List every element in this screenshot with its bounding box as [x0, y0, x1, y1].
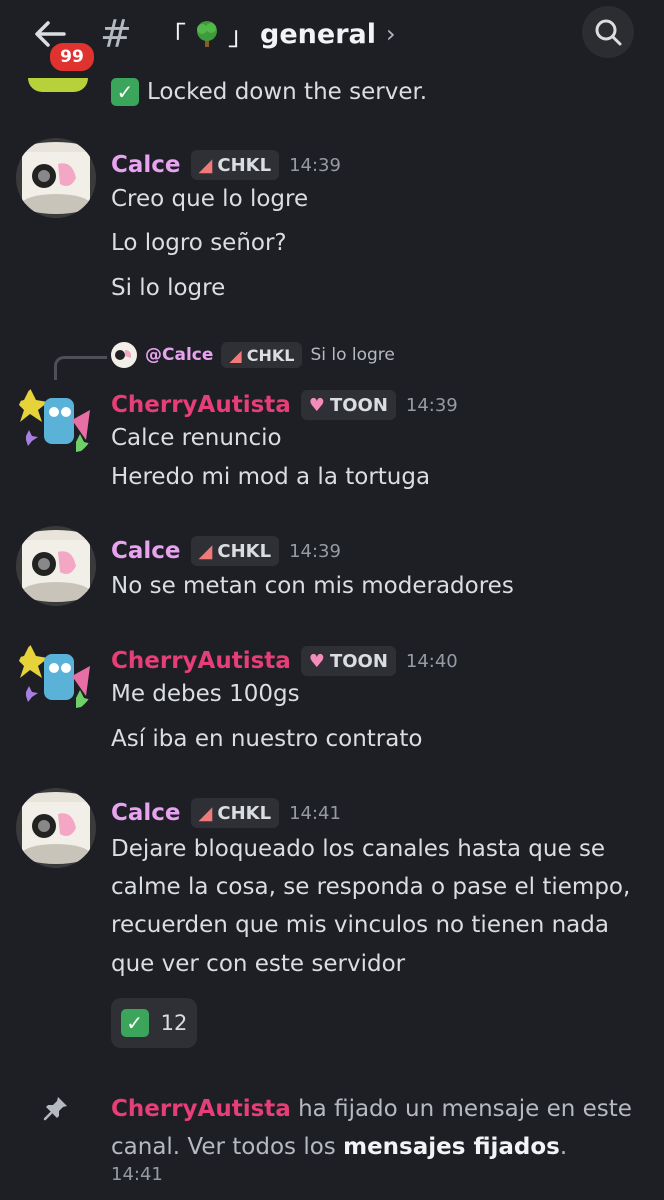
heart-emoji-icon: ♥ [308, 394, 325, 416]
message-line: Creo que lo logre [111, 186, 309, 212]
server-tag[interactable]: ◢ CHKL [190, 798, 280, 828]
meat-emoji-icon: ◢ [198, 154, 213, 176]
check-emoji-icon: ✓ [120, 1009, 149, 1037]
server-tag[interactable]: ♥ TOON [300, 646, 396, 676]
heart-emoji-icon: ♥ [308, 650, 325, 672]
timestamp: 14:39 [289, 540, 341, 562]
reply-text: Si lo logre [310, 345, 395, 365]
message-line: Me debes 100gs [111, 681, 300, 707]
message-line: Heredo mi mod a la tortuga [111, 464, 431, 490]
channel-header: 99 # 「 」 general › [0, 0, 664, 78]
message-line: Lo logro señor? [111, 230, 287, 256]
reply-avatar [111, 342, 137, 368]
avatar-calce[interactable] [16, 788, 96, 868]
meat-emoji-icon: ◢ [198, 540, 213, 562]
search-icon [595, 19, 622, 46]
avatar-calce[interactable] [16, 526, 96, 606]
avatar-cherry[interactable] [16, 380, 96, 460]
reply-preview[interactable]: @Calce ◢ CHKL Si lo logre [111, 340, 395, 370]
message-line: calme la cosa, se responda o pase el tie… [111, 874, 631, 900]
hash-icon: # [100, 12, 132, 56]
author-name[interactable]: Calce [111, 152, 181, 178]
pin-author[interactable]: CherryAutista [111, 1096, 291, 1122]
reaction-check[interactable]: ✓ 12 [111, 998, 197, 1048]
message-line: recuerden que mis vinculos no tienen nad… [111, 912, 609, 938]
author-name[interactable]: CherryAutista [111, 648, 291, 674]
message-meta: CherryAutista ♥ TOON 14:40 [111, 644, 458, 678]
reaction-count: 12 [160, 1011, 188, 1035]
tag-label: CHKL [217, 154, 272, 176]
pin-timestamp: 14:41 [111, 1164, 163, 1185]
meat-emoji-icon: ◢ [229, 345, 242, 365]
tag-label: CHKL [217, 802, 272, 824]
message-text: ✓ Locked down the server. [111, 78, 427, 106]
channel-title[interactable]: 「 」 general › [160, 14, 396, 54]
pin-icon [43, 1097, 67, 1121]
avatar-calce[interactable] [16, 138, 96, 218]
message-line: Dejare bloqueado los canales hasta que s… [111, 836, 606, 862]
chevron-right-icon: › [386, 20, 396, 48]
pinned-messages-link[interactable]: mensajes fijados [343, 1134, 560, 1160]
pin-text-end: . [559, 1134, 568, 1160]
author-name[interactable]: Calce [111, 800, 181, 826]
tag-label: CHKL [217, 540, 272, 562]
avatar-cherry[interactable] [16, 636, 96, 716]
unread-badge: 99 [47, 40, 97, 74]
timestamp: 14:39 [289, 154, 341, 176]
message-line: Así iba en nuestro contrato [111, 726, 423, 752]
check-emoji-icon: ✓ [111, 78, 139, 106]
reply-author: @Calce [145, 345, 214, 365]
server-tag[interactable]: ◢ CHKL [190, 536, 280, 566]
bracket-open: 「 [160, 21, 187, 52]
tag-label: TOON [329, 394, 388, 416]
message-meta: Calce ◢ CHKL 14:41 [111, 796, 341, 830]
pin-notice: CherryAutista ha fijado un mensaje en es… [111, 1090, 651, 1166]
timestamp: 14:39 [405, 394, 458, 416]
message-meta: Calce ◢ CHKL 14:39 [111, 148, 341, 182]
search-button[interactable] [582, 6, 634, 58]
channel-name: general [260, 18, 376, 50]
tag-label: CHKL [246, 345, 295, 365]
reply-tag: ◢ CHKL [221, 342, 303, 368]
tag-label: TOON [329, 650, 388, 672]
message-meta: Calce ◢ CHKL 14:39 [111, 534, 341, 568]
bracket-close: 」 [228, 21, 255, 52]
author-name[interactable]: Calce [111, 538, 181, 564]
meat-emoji-icon: ◢ [198, 802, 213, 824]
message-meta: CherryAutista ♥ TOON 14:39 [111, 388, 458, 422]
timestamp: 14:40 [405, 650, 458, 672]
timestamp: 14:41 [289, 802, 341, 824]
tree-emoji-icon [197, 21, 218, 47]
message-line: Calce renuncio [111, 425, 282, 451]
message-line: No se metan con mis moderadores [111, 573, 514, 599]
author-name[interactable]: CherryAutista [111, 392, 291, 418]
message-line: Locked down the server. [147, 79, 428, 105]
message-line: que ver con este servidor [111, 951, 406, 977]
message-line: Si lo logre [111, 275, 226, 301]
server-tag[interactable]: ♥ TOON [300, 390, 396, 420]
server-tag[interactable]: ◢ CHKL [190, 150, 280, 180]
